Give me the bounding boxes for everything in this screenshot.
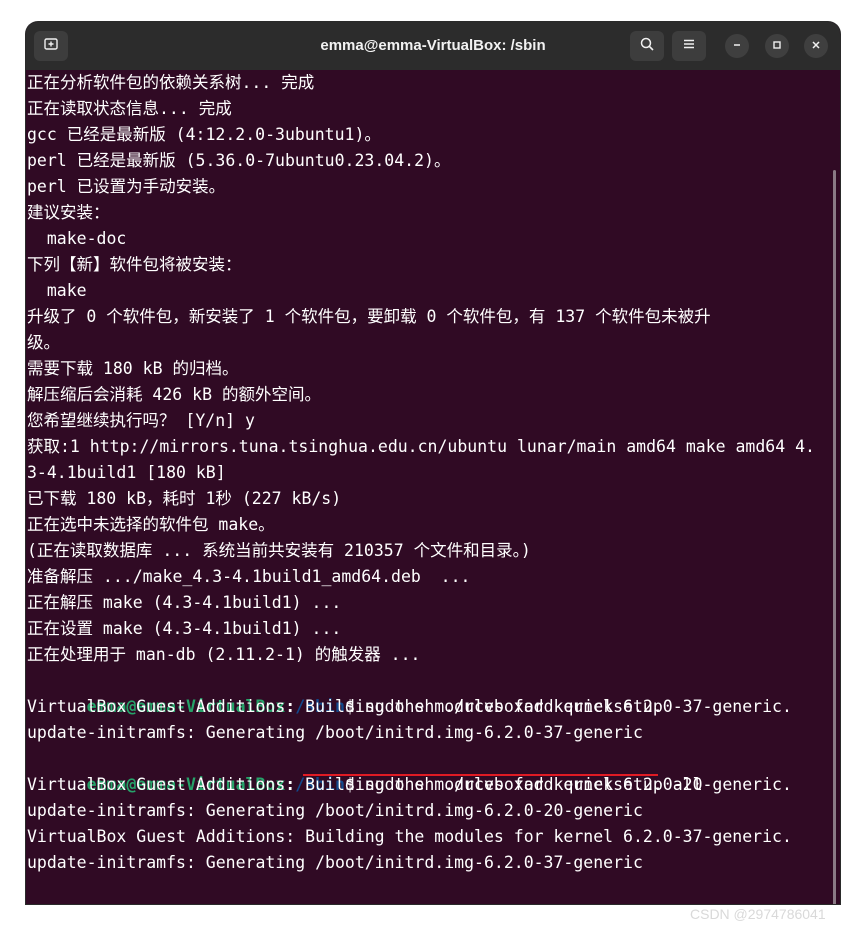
terminal-window: emma@emma-VirtualBox: /sbin 正在分析软件包的依赖关系… <box>26 22 840 904</box>
output-line: update-initramfs: Generating /boot/initr… <box>27 801 643 820</box>
search-button[interactable] <box>630 31 664 61</box>
text-cursor <box>364 903 375 904</box>
title-bar: emma@emma-VirtualBox: /sbin <box>26 22 840 70</box>
output-line: perl 已经是最新版 (5.36.0-7ubuntu0.23.04.2)。 <box>27 151 451 170</box>
output-line: update-initramfs: Generating /boot/initr… <box>27 853 643 872</box>
hamburger-menu-icon <box>681 36 697 57</box>
output-line: 需要下载 180 kB 的归档。 <box>27 359 239 378</box>
close-icon <box>811 37 821 55</box>
output-line: 下列【新】软件包将被安装： <box>27 255 242 274</box>
minimize-icon <box>732 37 742 55</box>
output-line: 3-4.1build1 [180 kB] <box>27 463 226 482</box>
output-line: 升级了 0 个软件包，新安装了 1 个软件包，要卸载 0 个软件包，有 137 … <box>27 307 711 326</box>
output-line: 正在分析软件包的依赖关系树... 完成 <box>27 73 315 92</box>
output-line: 正在解压 make (4.3-4.1build1) ... <box>27 593 342 612</box>
command-line: emma@emma-VirtualBox:/sbin$ sudo sh ./rc… <box>27 746 703 794</box>
output-line: 您希望继续执行吗？ [Y/n] y <box>27 411 255 430</box>
terminal-output[interactable]: 正在分析软件包的依赖关系树... 完成 正在读取状态信息... 完成 gcc 已… <box>26 70 840 904</box>
menu-button[interactable] <box>672 31 706 61</box>
output-line: (正在读取数据库 ... 系统当前共安装有 210357 个文件和目录。) <box>27 541 531 560</box>
minimize-button[interactable] <box>725 34 749 58</box>
command-line: emma@emma-VirtualBox:/sbin$ sudo sh ./rc… <box>27 668 663 716</box>
output-line: 正在处理用于 man-db (2.11.2-1) 的触发器 ... <box>27 645 421 664</box>
output-line: 级。 <box>27 333 60 352</box>
output-line: VirtualBox Guest Additions: Building the… <box>27 697 792 716</box>
maximize-button[interactable] <box>765 34 789 58</box>
output-line: make <box>27 281 87 300</box>
output-line: make-doc <box>27 229 127 248</box>
output-line: 正在读取状态信息... 完成 <box>27 99 232 118</box>
output-line: 解压缩后会消耗 426 kB 的额外空间。 <box>27 385 321 404</box>
watermark: CSDN @2974786041 <box>690 906 826 922</box>
output-line: 已下载 180 kB，耗时 1秒 (227 kB/s) <box>27 489 342 508</box>
output-line: update-initramfs: Generating /boot/initr… <box>27 723 643 742</box>
output-line: perl 已设置为手动安装。 <box>27 177 226 196</box>
scrollbar[interactable] <box>833 170 836 904</box>
close-button[interactable] <box>804 34 828 58</box>
window-title: emma@emma-VirtualBox: /sbin <box>320 37 546 54</box>
output-line: 准备解压 .../make_4.3-4.1build1_amd64.deb ..… <box>27 567 471 586</box>
output-line: VirtualBox Guest Additions: Building the… <box>27 827 792 846</box>
search-icon <box>639 36 655 57</box>
output-line: VirtualBox Guest Additions: Building the… <box>27 775 792 794</box>
output-line: 正在选中未选择的软件包 make。 <box>27 515 275 534</box>
output-line: gcc 已经是最新版 (4:12.2.0-3ubuntu1)。 <box>27 125 381 144</box>
maximize-icon <box>772 37 782 55</box>
output-line: 建议安装： <box>27 203 110 222</box>
output-line: 获取:1 http://mirrors.tuna.tsinghua.edu.cn… <box>27 437 815 456</box>
output-line: 正在设置 make (4.3-4.1build1) ... <box>27 619 342 638</box>
active-prompt-line[interactable]: emma@emma-VirtualBox:/sbin$ <box>27 876 375 904</box>
